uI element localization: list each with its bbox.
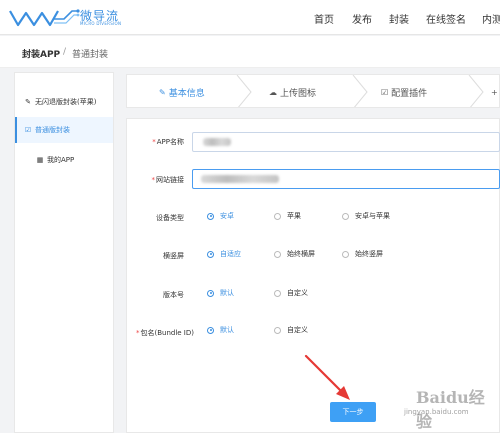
step-progress-bar: ✎ 基本信息 ☁ 上传图标 ☑ 配置插件 +: [126, 74, 500, 108]
bundle-id-label: *包名(Bundle ID): [135, 329, 194, 337]
sidebar-item-label: 无闪退版封装(苹果): [35, 98, 97, 106]
sidebar-item-normal-package[interactable]: ☑ 普通版封装: [15, 117, 113, 143]
sidebar-item-label: 我的APP: [47, 156, 75, 164]
step-chevron-icon: [236, 75, 252, 107]
grid-icon: ▦: [36, 156, 44, 164]
device-radio-both[interactable]: 安卓与苹果: [342, 211, 390, 221]
website-url-label: *网站链接: [151, 176, 185, 184]
watermark-url: jingyan.baidu.com: [404, 408, 469, 416]
baidu-jingyan-watermark: Baidu经验 jingyan.baidu.com: [396, 380, 500, 431]
cloud-upload-icon: ☁: [269, 87, 277, 97]
device-radio-android[interactable]: 安卓: [207, 211, 234, 221]
sidebar-item-no-crash-ios[interactable]: ✎ 无闪退版封装(苹果): [15, 89, 113, 115]
top-header: 微导流 MICRO DIVERSION 首页 发布 封装 在线签名 内测: [0, 0, 500, 35]
edit-icon: ☑: [381, 87, 389, 97]
breadcrumb: 封装APP / 普通封装: [0, 36, 500, 68]
version-radio-custom[interactable]: 自定义: [274, 288, 308, 298]
step-upload-icon[interactable]: ☁ 上传图标: [269, 75, 317, 107]
step-label: 基本信息: [168, 88, 205, 99]
nav-online-sign[interactable]: 在线签名: [426, 11, 466, 26]
nav-home[interactable]: 首页: [314, 11, 334, 26]
sidebar-item-my-app[interactable]: ▦ 我的APP: [15, 147, 113, 173]
device-radio-ios[interactable]: 苹果: [274, 211, 301, 221]
next-step-button[interactable]: 下一步: [330, 402, 376, 422]
edit-icon: ✎: [25, 98, 31, 106]
step-label: 配置插件: [391, 88, 428, 99]
step-label: 上传图标: [280, 88, 317, 99]
orientation-radio-portrait[interactable]: 始终竖屏: [342, 249, 383, 259]
sidebar-item-label: 普通版封装: [35, 126, 70, 134]
sidebar: ✎ 无闪退版封装(苹果) ☑ 普通版封装 ▦ 我的APP: [14, 72, 114, 433]
app-name-input[interactable]: [192, 132, 500, 152]
bundle-radio-custom[interactable]: 自定义: [274, 325, 308, 335]
edit-icon: ✎: [159, 87, 166, 97]
nav-publish[interactable]: 发布: [352, 11, 372, 26]
nav-package[interactable]: 封装: [389, 11, 409, 26]
orientation-radio-landscape[interactable]: 始终横屏: [274, 249, 315, 259]
step-basic-info[interactable]: ✎ 基本信息: [159, 75, 205, 107]
website-url-input[interactable]: [192, 169, 500, 189]
orientation-label: 横竖屏: [163, 252, 184, 260]
breadcrumb-separator: /: [63, 47, 67, 57]
breadcrumb-main[interactable]: 封装APP: [22, 47, 60, 60]
app-name-label: *APP名称: [152, 138, 184, 146]
edit-icon: ☑: [24, 126, 32, 134]
brand-logo-icon[interactable]: [8, 5, 80, 31]
step-chevron-icon: [352, 75, 368, 107]
version-radio-default[interactable]: 默认: [207, 288, 234, 298]
bundle-radio-default[interactable]: 默认: [207, 325, 234, 335]
plus-icon: +: [491, 87, 498, 97]
device-type-label: 设备类型: [156, 214, 184, 222]
step-next[interactable]: +: [491, 75, 499, 107]
version-label: 版本号: [163, 291, 184, 299]
nav-beta[interactable]: 内测: [482, 11, 500, 26]
redacted-value: [203, 138, 231, 146]
redacted-value: [201, 175, 279, 183]
breadcrumb-current: 普通封装: [72, 50, 109, 60]
brand-tagline: MICRO DIVERSION: [80, 21, 122, 26]
step-chevron-icon: [468, 75, 484, 107]
orientation-radio-auto[interactable]: 自适应: [207, 249, 241, 259]
annotation-arrow-icon: [304, 354, 350, 400]
step-config-plugins[interactable]: ☑ 配置插件: [381, 75, 428, 107]
